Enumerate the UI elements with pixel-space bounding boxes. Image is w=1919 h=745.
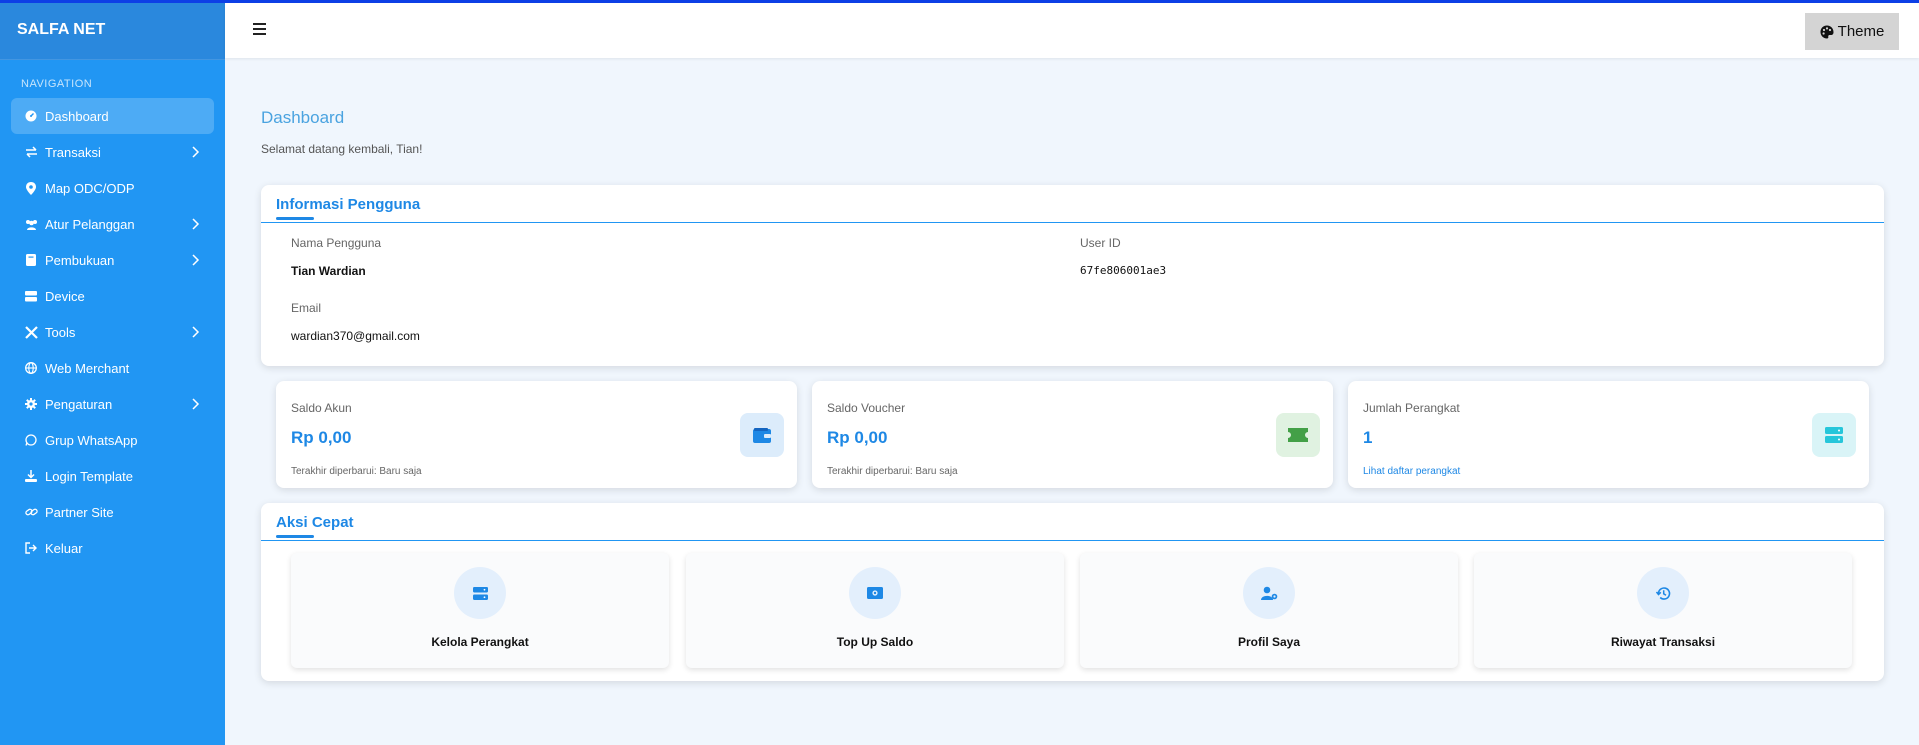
stat-label: Saldo Akun: [291, 401, 352, 415]
sidebar-item-tools[interactable]: Tools: [11, 314, 214, 350]
stat-label: Jumlah Perangkat: [1363, 401, 1460, 415]
theme-button-label: Theme: [1837, 23, 1885, 40]
sidebar-item-label: Partner Site: [45, 504, 114, 520]
stat-card-saldo-akun: Saldo Akun Rp 0,00 Terakhir diperbarui: …: [276, 381, 797, 488]
user-name-label: Nama Pengguna: [291, 236, 382, 250]
page-subtitle: Selamat datang kembali, Tian!: [261, 142, 423, 156]
quick-action-top-up-saldo[interactable]: Top Up Saldo: [686, 553, 1064, 668]
chevron-right-icon: [192, 398, 200, 410]
device-list-link[interactable]: Lihat daftar perangkat: [1363, 466, 1460, 477]
sidebar-item-label: Atur Pelanggan: [45, 216, 135, 232]
sidebar-item-pembukuan[interactable]: Pembukuan: [11, 242, 214, 278]
nav-section-label: NAVIGATION: [21, 78, 93, 90]
sidebar-item-label: Web Merchant: [45, 360, 130, 376]
sidebar-item-atur-pelanggan[interactable]: Atur Pelanggan: [11, 206, 214, 242]
stat-card-saldo-voucher: Saldo Voucher Rp 0,00 Terakhir diperbaru…: [812, 381, 1333, 488]
download-icon: [23, 470, 39, 482]
stat-value: Rp 0,00: [827, 428, 888, 447]
sidebar-nav: Dashboard Transaksi Map ODC/ODP Atur Pel…: [0, 98, 225, 566]
chevron-right-icon: [192, 254, 200, 266]
quick-actions-heading: Aksi Cepat: [261, 503, 1884, 541]
stat-card-jumlah-perangkat: Jumlah Perangkat 1 Lihat daftar perangka…: [1348, 381, 1869, 488]
brand-name[interactable]: SALFA NET: [0, 0, 225, 60]
money-icon: [849, 567, 901, 619]
history-icon: [1637, 567, 1689, 619]
dashboard-icon: [23, 110, 39, 122]
whatsapp-icon: [23, 434, 39, 446]
users-icon: [23, 219, 39, 230]
exchange-icon: [23, 146, 39, 158]
topbar: Theme: [225, 0, 1919, 58]
page-title: Dashboard: [261, 108, 345, 127]
stat-value: 1: [1363, 428, 1373, 447]
quick-action-kelola-perangkat[interactable]: Kelola Perangkat: [291, 553, 669, 668]
user-id-label: User ID: [1080, 236, 1121, 250]
tools-icon: [23, 325, 39, 339]
wallet-icon: [740, 413, 784, 457]
heading-underline: [276, 217, 314, 220]
chevron-right-icon: [192, 218, 200, 230]
user-info-card: Informasi Pengguna Nama Pengguna Tian Wa…: [261, 185, 1884, 366]
chevron-right-icon: [192, 326, 200, 338]
sidebar-item-device[interactable]: Device: [11, 278, 214, 314]
sidebar-item-pengaturan[interactable]: Pengaturan: [11, 386, 214, 422]
sidebar-item-label: Grup WhatsApp: [45, 432, 138, 448]
quick-action-label: Kelola Perangkat: [431, 635, 529, 649]
quick-action-label: Top Up Saldo: [836, 635, 914, 649]
quick-action-label: Profil Saya: [1237, 635, 1301, 649]
user-info-heading: Informasi Pengguna: [261, 185, 1884, 223]
quick-actions-heading-text: Aksi Cepat: [276, 514, 354, 531]
book-icon: [23, 254, 39, 266]
user-cog-icon: [1243, 567, 1295, 619]
theme-button[interactable]: Theme: [1805, 13, 1899, 50]
sidebar-item-label: Pembukuan: [45, 252, 115, 268]
sidebar-item-label: Transaksi: [45, 144, 101, 160]
sidebar: SALFA NET NAVIGATION Dashboard Transaksi…: [0, 0, 225, 745]
email-label: Email: [291, 301, 322, 315]
sidebar-item-web-merchant[interactable]: Web Merchant: [11, 350, 214, 386]
palette-icon: [1820, 25, 1834, 38]
user-info-heading-text: Informasi Pengguna: [276, 196, 421, 213]
sidebar-item-keluar[interactable]: Keluar: [11, 530, 214, 566]
quick-action-profil-saya[interactable]: Profil Saya: [1080, 553, 1458, 668]
sidebar-item-label: Device: [45, 288, 85, 304]
stat-footer: Terakhir diperbarui: Baru saja: [827, 466, 958, 477]
sidebar-item-dashboard[interactable]: Dashboard: [11, 98, 214, 134]
sidebar-item-label: Login Template: [45, 468, 133, 484]
server-icon: [454, 567, 506, 619]
user-name-value: Tian Wardian: [291, 264, 366, 278]
heading-underline: [276, 535, 314, 538]
quick-action-riwayat-transaksi[interactable]: Riwayat Transaksi: [1474, 553, 1852, 668]
server-icon: [23, 290, 39, 302]
chevron-right-icon: [192, 146, 200, 158]
stat-value: Rp 0,00: [291, 428, 352, 447]
gear-icon: [23, 398, 39, 410]
logout-icon: [23, 542, 39, 554]
sidebar-item-label: Tools: [45, 324, 76, 340]
ticket-icon: [1276, 413, 1320, 457]
user-id-value: 67fe806001ae3: [1080, 264, 1167, 277]
sidebar-item-grup-whatsapp[interactable]: Grup WhatsApp: [11, 422, 214, 458]
sidebar-item-transaksi[interactable]: Transaksi: [11, 134, 214, 170]
sidebar-item-label: Dashboard: [45, 108, 109, 124]
stat-label: Saldo Voucher: [827, 401, 906, 415]
server-icon: [1812, 413, 1856, 457]
map-pin-icon: [23, 181, 39, 195]
sidebar-item-label: Pengaturan: [45, 396, 113, 412]
sidebar-item-partner-site[interactable]: Partner Site: [11, 494, 214, 530]
sidebar-item-label: Map ODC/ODP: [45, 180, 135, 196]
quick-action-label: Riwayat Transaksi: [1610, 635, 1716, 649]
sidebar-item-map-odc-odp[interactable]: Map ODC/ODP: [11, 170, 214, 206]
link-icon: [23, 506, 39, 518]
stat-footer: Terakhir diperbarui: Baru saja: [291, 466, 422, 477]
globe-icon: [23, 362, 39, 374]
top-accent-line: [0, 0, 1919, 3]
sidebar-item-login-template[interactable]: Login Template: [11, 458, 214, 494]
hamburger-icon[interactable]: [253, 23, 266, 35]
sidebar-item-label: Keluar: [45, 540, 83, 556]
email-value: wardian370@gmail.com: [291, 329, 420, 343]
